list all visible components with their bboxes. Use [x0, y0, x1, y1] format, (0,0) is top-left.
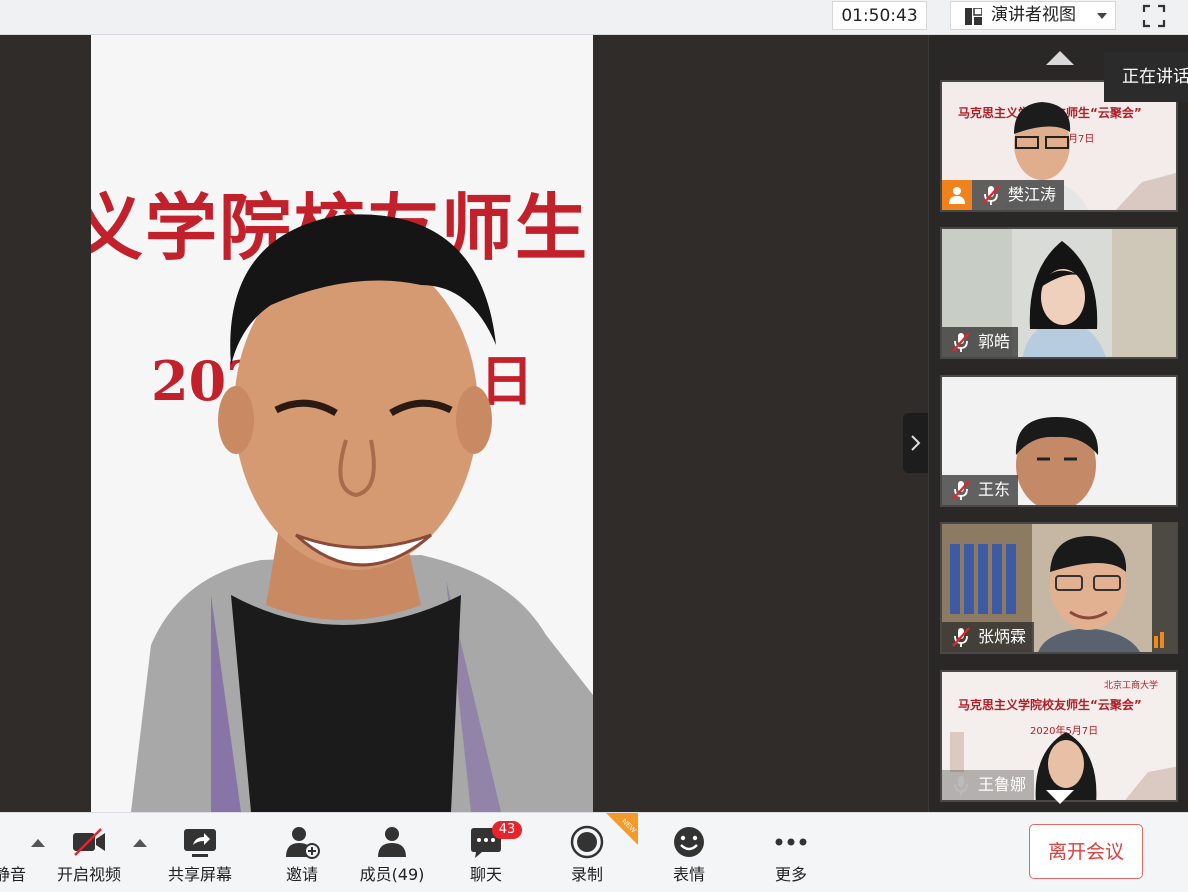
- audio-options-chevron-icon[interactable]: [31, 839, 45, 847]
- mic-muted-icon: [952, 480, 970, 500]
- speaker-view-icon: [965, 8, 982, 25]
- meeting-toolbar: 静音 开启视频 共享屏幕 邀请 成员(49) 聊天 43 录制 NEW 表情 更…: [0, 812, 1188, 892]
- participant-name: 王东: [978, 480, 1011, 499]
- chevron-right-icon: [911, 435, 921, 451]
- participant-name: 樊江涛: [1008, 185, 1057, 204]
- mic-icon: [954, 776, 968, 795]
- emoji-icon: [674, 827, 704, 857]
- top-bar: 01:50:43 演讲者视图: [0, 0, 1188, 35]
- participant-tile[interactable]: 张炳霖: [940, 522, 1178, 654]
- invite-button[interactable]: 邀请: [266, 813, 338, 892]
- mic-muted-icon: [952, 627, 970, 647]
- video-off-icon: [73, 828, 105, 856]
- scroll-up-icon[interactable]: [1046, 51, 1074, 65]
- record-label: 录制: [570, 865, 603, 884]
- participant-nametag: 张炳霖: [942, 622, 1035, 652]
- mic-muted-icon: [952, 332, 970, 352]
- participant-tile[interactable]: 王东: [940, 375, 1178, 507]
- speaking-indicator: 正在讲话: [1104, 52, 1188, 102]
- view-mode-label: 演讲者视图: [991, 5, 1076, 25]
- mic-muted-icon: [982, 185, 1000, 205]
- reactions-button[interactable]: 表情: [654, 813, 724, 892]
- host-icon: [942, 180, 972, 210]
- new-ribbon-icon: NEW: [606, 813, 638, 845]
- participant-name: 张炳霖: [978, 627, 1027, 646]
- mute-label: 静音: [0, 865, 26, 884]
- share-label: 共享屏幕: [167, 865, 232, 884]
- participant-tile[interactable]: 北京工商大学 马克思主义学院校友师生“云聚会” 2020年5月7日 王鲁娜: [940, 670, 1178, 802]
- share-screen-button[interactable]: 共享屏幕: [160, 813, 240, 892]
- participant-nametag: 郭皓: [942, 327, 1019, 357]
- members-button[interactable]: 成员(49): [352, 813, 432, 892]
- video-options-chevron-icon[interactable]: [133, 839, 147, 847]
- share-screen-icon: [184, 829, 216, 857]
- participant-nametag: 王东: [942, 475, 1019, 505]
- leave-meeting-button[interactable]: 离开会议: [1029, 824, 1143, 879]
- more-dots-icon: [775, 838, 807, 846]
- start-video-button[interactable]: 开启视频: [50, 813, 128, 892]
- add-user-icon: [286, 827, 320, 859]
- invite-label: 邀请: [285, 865, 318, 884]
- meeting-timer: 01:50:43: [832, 1, 927, 30]
- participant-name: 王鲁娜: [978, 775, 1027, 794]
- members-icon: [378, 827, 406, 857]
- participant-nametag: 王鲁娜: [942, 770, 1035, 800]
- more-button[interactable]: 更多: [755, 813, 827, 892]
- more-label: 更多: [774, 865, 807, 884]
- record-icon: [570, 825, 604, 859]
- view-mode-dropdown[interactable]: 演讲者视图: [950, 1, 1116, 30]
- chevron-down-icon: [1097, 13, 1107, 19]
- members-label: 成员(49): [359, 865, 425, 884]
- participant-nametag: 樊江涛: [942, 180, 1065, 210]
- chat-unread-badge: 43: [492, 821, 522, 839]
- main-stage: 义学院校友师生 202 日: [0, 35, 928, 812]
- active-speaker-video[interactable]: 义学院校友师生 202 日: [91, 35, 593, 812]
- mute-button[interactable]: 静音: [0, 813, 40, 892]
- collapse-panel-button[interactable]: [903, 413, 928, 473]
- video-label: 开启视频: [56, 865, 121, 884]
- chat-label: 聊天: [469, 865, 502, 884]
- new-feature-badge: NEW: [606, 813, 638, 845]
- speaker-person-image: [131, 214, 593, 812]
- fullscreen-icon[interactable]: [1142, 4, 1166, 28]
- scroll-down-icon[interactable]: [1046, 790, 1074, 804]
- reactions-label: 表情: [672, 865, 705, 884]
- participant-tile[interactable]: 郭皓: [940, 227, 1178, 359]
- participant-name: 郭皓: [978, 332, 1011, 351]
